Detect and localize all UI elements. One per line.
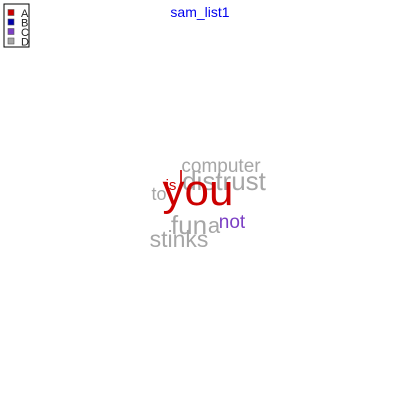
legend-swatch-a bbox=[7, 9, 15, 16]
chart-title: sam_list1 bbox=[170, 4, 229, 20]
legend-swatch-d bbox=[7, 37, 15, 45]
word-not: not bbox=[219, 212, 246, 233]
word-cloud: computerto distruststinksfun anotIisyou bbox=[150, 156, 267, 252]
legend-swatch-c bbox=[7, 28, 15, 35]
word-cloud-chart: ABCD sam_list1 computerto distruststinksf… bbox=[3, 3, 267, 252]
legend-label-d: D bbox=[21, 37, 29, 49]
word-you: you bbox=[163, 166, 234, 215]
legend: ABCD bbox=[3, 3, 30, 49]
chart-canvas: ABCD sam_list1 computer to distrust stinks f… bbox=[0, 0, 400, 400]
legend-swatch-b bbox=[7, 18, 15, 26]
